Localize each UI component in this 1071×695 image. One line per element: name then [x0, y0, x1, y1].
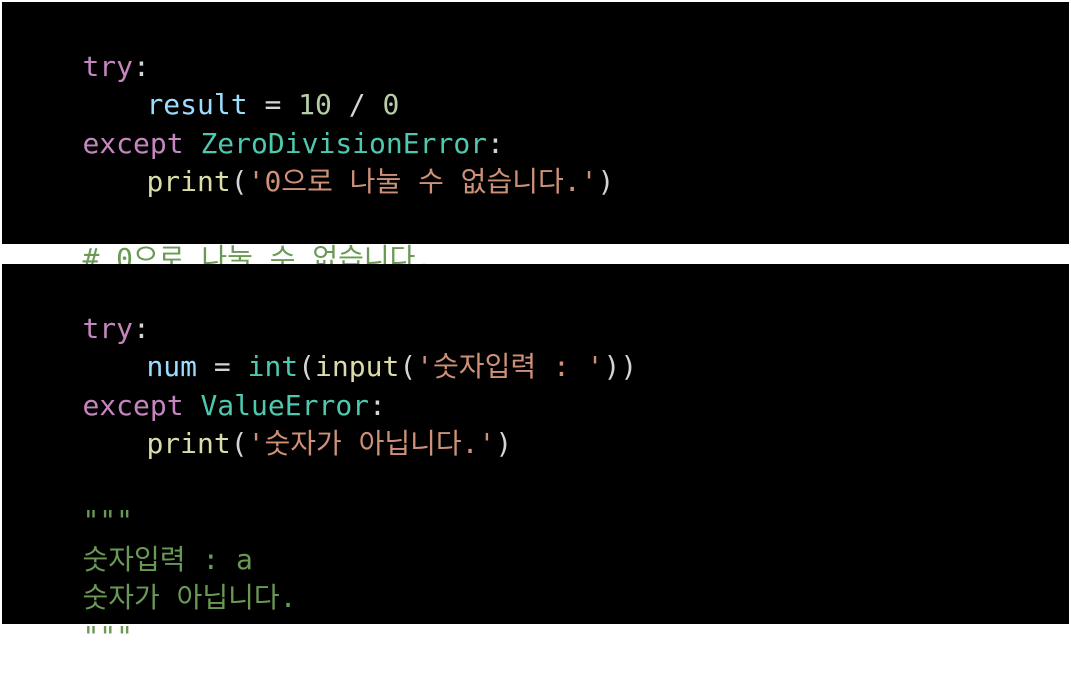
paren-token: ( — [298, 350, 316, 383]
colon-token: : — [487, 126, 504, 160]
paren-token: ( — [230, 427, 248, 460]
string-token: '0으로 나눌 수 없습니다.' — [247, 165, 598, 198]
docstring-output-line: 숫자입력 : a — [82, 542, 253, 576]
colon-token: : — [133, 49, 150, 83]
paren-token: ( — [399, 350, 417, 383]
docstring-output-line: 숫자가 아닙니다. — [82, 581, 297, 614]
exception-class-token: ValueError — [200, 388, 370, 422]
code-line: try: — [15, 271, 1069, 345]
string-token: '숫자가 아닙니다.' — [247, 427, 496, 460]
code-line: try: — [15, 9, 1069, 83]
builtin-int-token: int — [247, 350, 299, 383]
code-line: 숫자입력 : a — [15, 502, 1069, 576]
keyword-token: try — [82, 311, 134, 345]
variable-token: result — [146, 88, 248, 121]
function-token: input — [315, 350, 400, 383]
colon-token: : — [133, 311, 150, 345]
exception-class-token: ZeroDivisionError — [200, 126, 488, 160]
keyword-token: try — [82, 49, 134, 83]
string-token: '숫자입력 : ' — [416, 350, 604, 383]
code-line: result = 10 / 0 — [15, 48, 1069, 121]
paren-token: ) — [495, 427, 513, 460]
code-block-value-error: try: num = int(input('숫자입력 : ')) except … — [2, 264, 1069, 653]
docstring-close: """ — [82, 619, 134, 653]
number-token: 0 — [382, 88, 400, 121]
code-line: num = int(input('숫자입력 : ')) — [15, 310, 1069, 383]
docstring-open: """ — [82, 504, 134, 537]
code-block-zero-division: try: result = 10 / 0 except ZeroDivision… — [2, 2, 1069, 275]
operator-token: = — [247, 88, 299, 121]
colon-token: : — [369, 388, 386, 422]
code-line: """ — [15, 464, 1069, 537]
operator-token: = — [197, 350, 248, 383]
paren-token: ) — [597, 165, 615, 198]
keyword-token: except — [82, 388, 184, 422]
number-token: 10 — [298, 88, 332, 121]
code-line: # 0으로 나눌 수 없습니다. — [15, 202, 1069, 275]
paren-token: )) — [603, 350, 638, 383]
paren-token: ( — [230, 165, 248, 198]
function-token: print — [146, 427, 231, 460]
variable-token: num — [146, 350, 198, 383]
operator-token: / — [331, 88, 383, 121]
keyword-token: except — [82, 126, 184, 160]
function-token: print — [146, 165, 231, 198]
